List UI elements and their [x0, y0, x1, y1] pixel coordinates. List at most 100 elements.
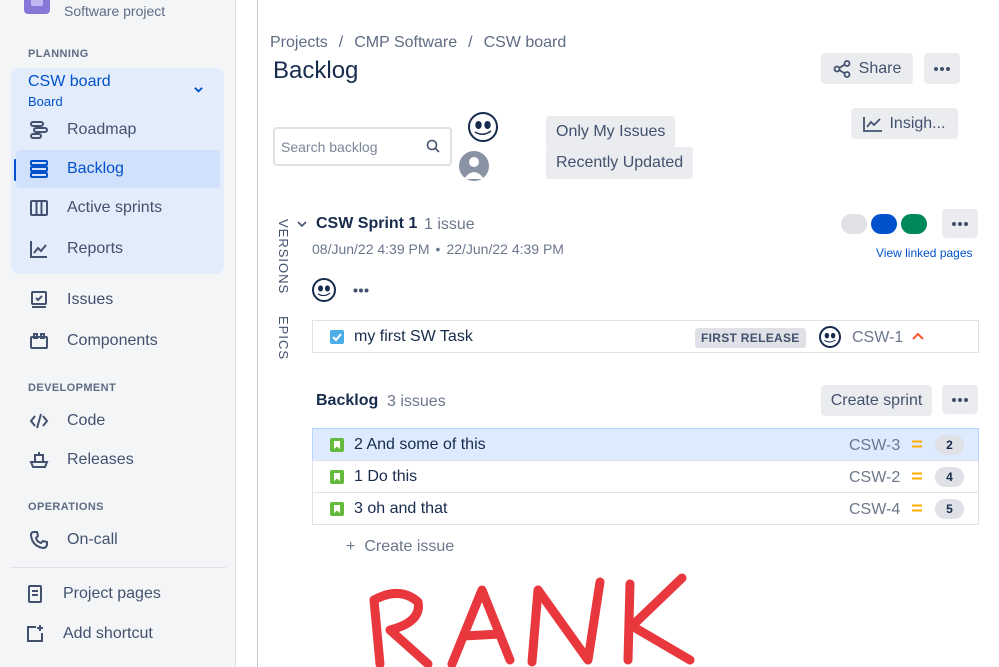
task-type-icon: [330, 330, 344, 344]
issue-summary: my first SW Task: [354, 328, 473, 345]
sidebar-item-reports[interactable]: Reports: [16, 230, 220, 268]
issue-key[interactable]: CSW-1: [852, 329, 903, 347]
share-button[interactable]: Share: [821, 53, 913, 84]
issue-key[interactable]: CSW-2: [849, 469, 900, 487]
sidebar-item-label: Add shortcut: [63, 625, 153, 642]
issue-key[interactable]: CSW-4: [849, 501, 900, 519]
story-points-badge[interactable]: 2: [935, 435, 964, 455]
search-icon: [426, 139, 440, 153]
resize-handle[interactable]: [257, 0, 258, 667]
versions-tab[interactable]: VERSIONS: [276, 219, 291, 294]
priority-medium-icon: [912, 472, 922, 480]
sidebar-item-backlog[interactable]: Backlog: [16, 150, 220, 188]
rank-annotation: [369, 573, 695, 667]
status-in-progress-pill: [871, 214, 897, 234]
sidebar-item-active-sprints[interactable]: Active sprints: [16, 189, 220, 227]
section-operations: OPERATIONS: [28, 501, 104, 513]
breadcrumb-project[interactable]: CMP Software: [354, 34, 457, 51]
page-icon: [24, 583, 46, 605]
create-issue-label: Create issue: [364, 538, 455, 555]
sprint-assignee-avatar[interactable]: [312, 278, 336, 302]
issue-summary: 3 oh and that: [354, 500, 448, 517]
roadmap-icon: [28, 119, 50, 141]
sidebar-item-label: Project pages: [63, 585, 161, 602]
breadcrumb-board[interactable]: CSW board: [484, 34, 567, 51]
breadcrumb: Projects / CMP Software / CSW board: [270, 34, 566, 52]
user-avatar[interactable]: [468, 112, 498, 142]
insights-icon: [863, 116, 883, 132]
section-planning: PLANNING: [28, 48, 89, 60]
backlog-icon: [28, 158, 50, 180]
more-icon[interactable]: [353, 288, 369, 293]
sprint-dates: 08/Jun/22 4:39 PM • 22/Jun/22 4:39 PM: [312, 241, 564, 257]
issues-icon: [28, 289, 50, 311]
create-issue-button[interactable]: + Create issue: [346, 538, 454, 556]
share-icon: [833, 59, 851, 78]
page-title: Backlog: [273, 57, 359, 84]
story-points-badge[interactable]: 5: [935, 499, 964, 519]
add-shortcut-icon: [24, 623, 46, 645]
issue-key[interactable]: CSW-3: [849, 437, 900, 455]
create-sprint-button[interactable]: Create sprint: [821, 385, 932, 416]
components-icon: [28, 330, 50, 352]
skull-face-icon: [474, 121, 492, 135]
project-type: Software project: [64, 3, 166, 19]
more-icon: [934, 66, 950, 71]
chevron-down-icon[interactable]: [297, 220, 307, 228]
project-avatar[interactable]: [24, 0, 50, 14]
search-input[interactable]: [281, 137, 421, 157]
unassigned-avatar[interactable]: [459, 151, 489, 181]
sidebar-item-releases[interactable]: Releases: [16, 441, 220, 479]
insights-button[interactable]: Insigh...: [851, 108, 958, 139]
filter-only-my-issues[interactable]: Only My Issues: [546, 116, 676, 148]
backlog-issue-row[interactable]: 2 And some of this CSW-3 2: [312, 428, 979, 461]
person-icon: [464, 157, 484, 179]
issue-summary: 2 And some of this: [354, 436, 486, 453]
priority-high-icon: [912, 332, 924, 340]
board-selector-title[interactable]: CSW board: [28, 73, 111, 91]
story-type-icon: [330, 438, 344, 452]
breadcrumb-projects[interactable]: Projects: [270, 34, 328, 51]
phone-icon: [28, 529, 50, 551]
sidebar-item-label: Backlog: [67, 160, 124, 177]
insights-label: Insigh...: [889, 114, 946, 132]
ship-icon: [28, 449, 50, 471]
columns-icon: [28, 197, 50, 219]
chevron-down-icon[interactable]: [194, 85, 203, 94]
search-backlog[interactable]: [273, 127, 452, 166]
sprint-more-button[interactable]: [942, 209, 978, 238]
backlog-more-button[interactable]: [942, 385, 978, 414]
sidebar-item-label: Code: [67, 412, 106, 429]
sidebar-item-roadmap[interactable]: Roadmap: [16, 111, 220, 149]
skull-face-icon: [317, 285, 331, 297]
backlog-issue-row[interactable]: 3 oh and that CSW-4 5: [312, 492, 979, 525]
status-done-pill: [901, 214, 927, 234]
code-icon: [28, 410, 50, 432]
story-type-icon: [330, 470, 344, 484]
sprint-name[interactable]: CSW Sprint 1: [316, 215, 417, 233]
sidebar-item-add-shortcut[interactable]: Add shortcut: [12, 615, 216, 653]
sprint-issue-row[interactable]: my first SW Task FIRST RELEASE CSW-1: [312, 320, 979, 353]
more-actions-button[interactable]: [924, 53, 960, 84]
view-linked-pages-link[interactable]: View linked pages: [876, 246, 973, 260]
backlog-issue-row[interactable]: 1 Do this CSW-2 4: [312, 460, 979, 493]
assignee-avatar: [819, 326, 841, 348]
sprint-end-date: 22/Jun/22 4:39 PM: [446, 241, 564, 257]
sidebar-item-project-pages[interactable]: Project pages: [12, 575, 216, 613]
share-label: Share: [858, 59, 902, 77]
filter-recently-updated[interactable]: Recently Updated: [546, 147, 694, 179]
sidebar: Software project PLANNING CSW board Boar…: [0, 0, 236, 667]
breadcrumb-separator: /: [468, 34, 473, 51]
sidebar-item-code[interactable]: Code: [16, 402, 220, 440]
sidebar-item-label: Active sprints: [67, 199, 163, 216]
section-development: DEVELOPMENT: [28, 382, 117, 394]
epic-lozenge[interactable]: FIRST RELEASE: [695, 328, 806, 348]
priority-medium-icon: [912, 504, 922, 512]
epics-tab[interactable]: EPICS: [276, 316, 291, 360]
sidebar-item-label: Reports: [67, 240, 124, 257]
status-todo-pill: [841, 214, 867, 234]
story-points-badge[interactable]: 4: [935, 467, 964, 487]
sidebar-item-on-call[interactable]: On-call: [16, 521, 220, 559]
sidebar-item-issues[interactable]: Issues: [16, 281, 220, 319]
sidebar-item-components[interactable]: Components: [16, 322, 220, 360]
